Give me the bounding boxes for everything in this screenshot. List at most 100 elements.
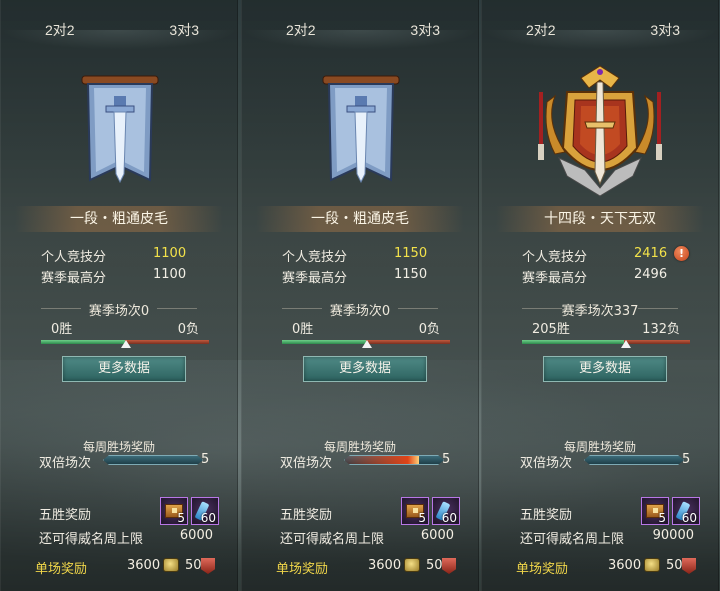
season-matches: 赛季场次337 [482, 300, 718, 319]
season-high-label: 赛季最高分 [282, 271, 348, 286]
losses-count: 0负 [418, 322, 440, 337]
loss-portion [125, 340, 209, 344]
prestige-limit-value: 90000 [652, 528, 694, 543]
season-matches: 赛季场次0 [242, 300, 478, 319]
rank-title: 一段・粗通皮毛 [15, 206, 223, 232]
win-portion [522, 340, 625, 344]
coin-icon [644, 558, 660, 572]
season-matches: 赛季场次0 [1, 300, 237, 319]
more-data-button[interactable]: 更多数据 [543, 356, 667, 382]
wins-count: 0胜 [292, 322, 314, 337]
chest-count: 5 [658, 511, 666, 525]
arena-panel-1: 2对2 3对3 一段・粗通皮毛 个人竞技分 1150 赛季最高分 1150 赛季… [241, 0, 479, 591]
double-count-label: 双倍场次 [280, 456, 333, 471]
scroll-count: 60 [681, 511, 697, 525]
wins-count: 205胜 [532, 322, 570, 337]
season-high-value: 2496 [634, 267, 668, 282]
more-data-button[interactable]: 更多数据 [303, 356, 427, 382]
win-portion [41, 340, 125, 344]
five-win-reward-label: 五胜奖励 [39, 508, 92, 523]
scroll-reward-item[interactable]: 60 [432, 497, 460, 525]
personal-score-label: 个人竞技分 [282, 250, 348, 265]
tabs-glow [482, 30, 718, 50]
single-reward-label: 单场奖励 [276, 562, 329, 577]
tab-2v2[interactable]: 2对2 [45, 20, 75, 40]
scroll-reward-item[interactable]: 60 [672, 497, 700, 525]
win-portion [282, 340, 366, 344]
personal-score-row: 个人竞技分 1150 [282, 246, 438, 266]
loss-portion [366, 340, 450, 344]
ratio-pointer-icon [362, 340, 372, 348]
tab-2v2[interactable]: 2对2 [526, 20, 556, 40]
badge-icon [201, 558, 215, 574]
blue-sword-banner-icon [81, 75, 159, 184]
double-count-fill [345, 456, 419, 464]
coin-icon [404, 558, 420, 572]
single-reward-label: 单场奖励 [516, 562, 569, 577]
chest-count: 5 [418, 511, 426, 525]
five-win-reward-label: 五胜奖励 [520, 508, 573, 523]
mode-tabs: 2对2 3对3 [482, 0, 718, 50]
wins-count: 0胜 [51, 322, 73, 337]
losses-count: 0负 [177, 322, 199, 337]
double-count-value: 5 [682, 452, 691, 467]
coin-reward-value: 3600 [368, 558, 402, 573]
tabs-glow [242, 30, 478, 50]
badge-reward-value: 50 [666, 558, 683, 573]
personal-score-row: 个人竞技分 1100 [41, 246, 197, 266]
losses-count: 132负 [642, 322, 680, 337]
personal-score-value: 1100 [153, 246, 187, 261]
tab-3v3[interactable]: 3对3 [650, 20, 680, 40]
double-count-value: 5 [201, 452, 210, 467]
double-count-label: 双倍场次 [39, 456, 92, 471]
tab-2v2[interactable]: 2对2 [286, 20, 316, 40]
prestige-limit-label: 还可得威名周上限 [520, 532, 625, 547]
tabs-glow [1, 30, 237, 50]
rank-title: 十四段・天下无双 [496, 206, 704, 232]
season-high-row: 赛季最高分 2496 [522, 267, 678, 287]
double-count-bar [584, 455, 684, 465]
season-high-row: 赛季最高分 1100 [41, 267, 197, 287]
ratio-pointer-icon [121, 340, 131, 348]
double-count-bar [103, 455, 203, 465]
scroll-count: 60 [441, 511, 457, 525]
season-high-value: 1100 [153, 267, 187, 282]
loss-portion [624, 340, 690, 344]
blue-sword-banner-icon [322, 75, 400, 184]
score-warning-icon[interactable]: ! [674, 246, 689, 261]
chest-reward-item[interactable]: 5 [641, 497, 669, 525]
personal-score-value: 2416 [634, 246, 668, 261]
arena-panel-3: 2对2 3对3 一段・粗通皮毛 个人竞技分 1100 赛季最高分 1100 赛季… [0, 0, 238, 591]
tab-3v3[interactable]: 3对3 [169, 20, 199, 40]
scroll-count: 60 [200, 511, 216, 525]
arena-panel-2: 2对2 3对3 十四段・天下无双 个人竞技分 2416 ! 赛季最高分 2496… [481, 0, 719, 591]
tab-3v3[interactable]: 3对3 [410, 20, 440, 40]
more-data-button[interactable]: 更多数据 [62, 356, 186, 382]
rank-title: 一段・粗通皮毛 [256, 206, 464, 232]
chest-count: 5 [177, 511, 185, 525]
mode-tabs: 2对2 3对3 [242, 0, 478, 50]
badge-reward-value: 50 [185, 558, 202, 573]
prestige-limit-label: 还可得威名周上限 [280, 532, 385, 547]
badge-icon [442, 558, 456, 574]
single-reward-label: 单场奖励 [35, 562, 88, 577]
season-high-row: 赛季最高分 1150 [282, 267, 438, 287]
prestige-limit-value: 6000 [179, 528, 213, 543]
ratio-pointer-icon [620, 340, 631, 348]
season-high-label: 赛季最高分 [522, 271, 588, 286]
badge-reward-value: 50 [426, 558, 443, 573]
season-high-label: 赛季最高分 [41, 271, 107, 286]
personal-score-label: 个人竞技分 [522, 250, 588, 265]
double-count-bar [344, 455, 444, 465]
mode-tabs: 2对2 3对3 [1, 0, 237, 50]
chest-reward-item[interactable]: 5 [160, 497, 188, 525]
prestige-limit-label: 还可得威名周上限 [39, 532, 144, 547]
coin-reward-value: 3600 [608, 558, 642, 573]
five-win-reward-label: 五胜奖励 [280, 508, 333, 523]
win-loss-bar [522, 340, 690, 344]
chest-reward-item[interactable]: 5 [401, 497, 429, 525]
scroll-reward-item[interactable]: 60 [191, 497, 219, 525]
personal-score-value: 1150 [394, 246, 428, 261]
personal-score-row: 个人竞技分 2416 ! [522, 246, 689, 266]
badge-icon [682, 558, 696, 574]
